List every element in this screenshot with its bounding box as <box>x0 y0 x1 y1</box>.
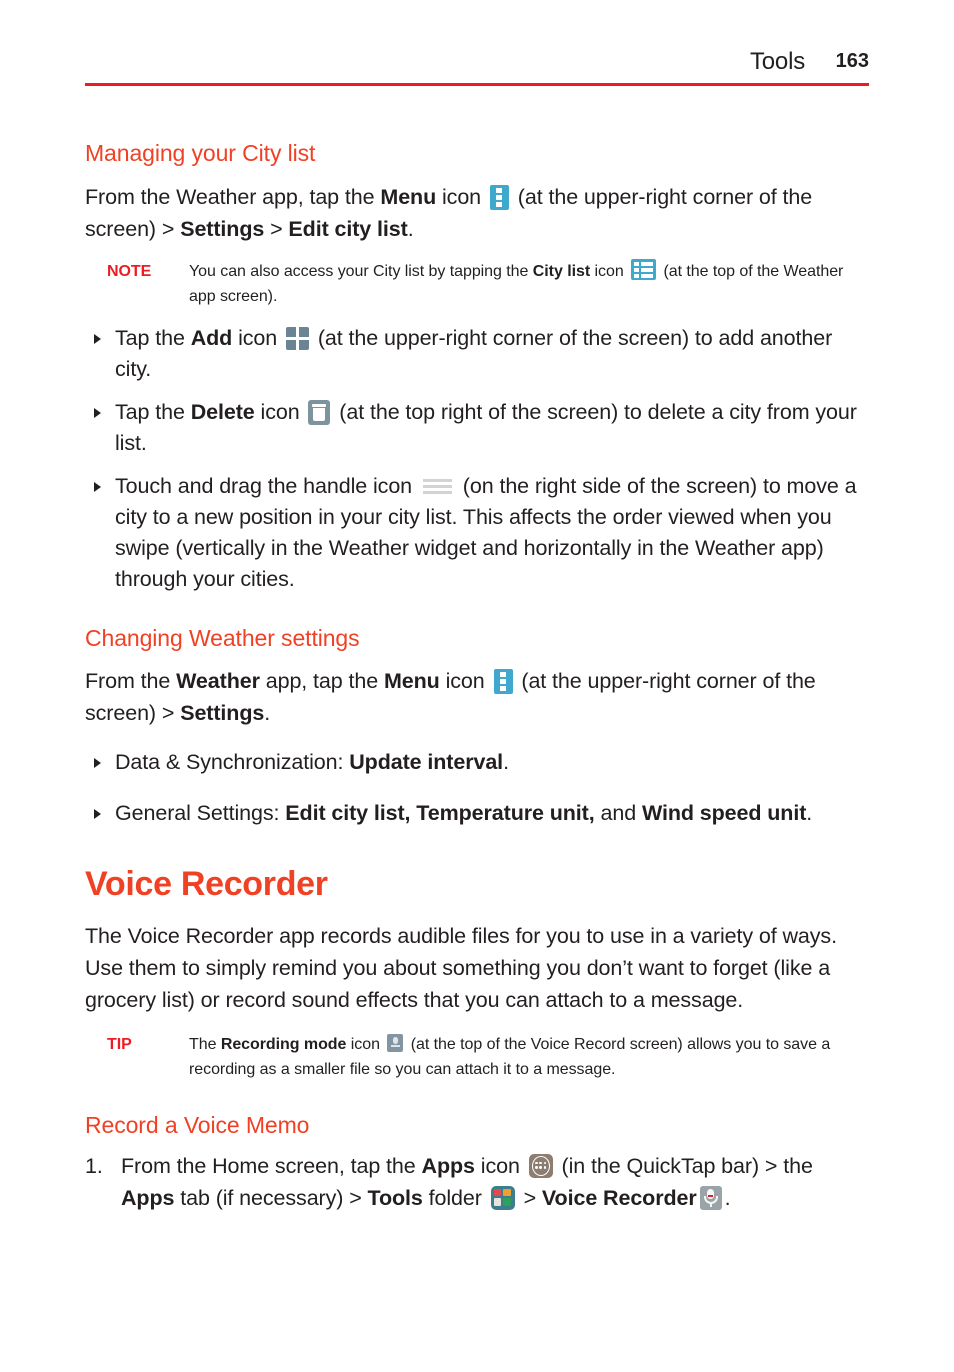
text-fragment: folder <box>422 1185 488 1210</box>
paragraph-voice-recorder-body: The Voice Recorder app records audible f… <box>85 924 837 1013</box>
note-label: NOTE <box>107 262 152 280</box>
recording-mode-icon <box>387 1034 404 1053</box>
text-fragment: icon <box>254 399 306 424</box>
note-callout: NOTE You can also access your City list … <box>107 258 869 309</box>
text-apps-tab-label: Apps <box>121 1185 175 1210</box>
header-divider <box>85 83 869 86</box>
text-fragment: Touch and drag the handle icon <box>115 473 418 498</box>
menu-icon <box>493 669 513 695</box>
bullet-list-weather-settings: Data & Synchronization: Update interval.… <box>85 747 869 829</box>
text-fragment: Data & Synchronization: <box>115 750 350 775</box>
text-fragment: icon <box>439 669 491 694</box>
text-fragment: Tap the <box>115 399 191 424</box>
triangle-bullet-icon <box>94 407 101 418</box>
text-fragment: and <box>594 801 642 826</box>
list-item: Data & Synchronization: Update interval. <box>85 747 869 778</box>
heading-voice-recorder: Voice Recorder <box>85 865 328 904</box>
text-menu-label: Menu <box>380 184 437 209</box>
voice-recorder-icon <box>699 1185 722 1210</box>
text-fragment: icon <box>232 325 283 350</box>
text-edit-city-list-label: Edit city list <box>288 216 408 241</box>
text-settings-label: Settings <box>180 216 265 241</box>
text-recording-mode-label: Recording mode <box>220 1036 347 1054</box>
tip-callout: TIP The Recording mode icon (at the top … <box>107 1032 869 1082</box>
text-fragment: (in the QuickTap bar) > the <box>555 1153 813 1178</box>
numbered-list-record-voice-memo: 1. From the Home screen, tap the Apps ico… <box>85 1150 869 1214</box>
text-apps-label: Apps <box>421 1153 475 1178</box>
tools-folder-icon <box>490 1185 515 1210</box>
list-item: Touch and drag the handle icon (on the r… <box>85 471 869 595</box>
paragraph-changing-weather-settings-intro: From the Weather app, tap the Menu icon … <box>85 665 869 729</box>
city-list-icon <box>631 258 657 280</box>
text-delete-label: Delete <box>190 399 255 424</box>
text-fragment: > <box>517 1185 542 1210</box>
text-fragment: . <box>407 216 414 241</box>
note-text: You can also access your City list by ta… <box>189 258 869 309</box>
page-header: Tools 163 <box>85 48 869 92</box>
text-fragment: You can also access your City list by ta… <box>189 262 533 280</box>
step-number: 1. <box>85 1153 103 1178</box>
text-fragment: icon <box>346 1036 385 1054</box>
heading-record-voice-memo: Record a Voice Memo <box>85 1112 310 1139</box>
tip-text: The Recording mode icon (at the top of t… <box>189 1032 869 1082</box>
handle-icon <box>422 478 452 495</box>
menu-icon <box>489 184 509 210</box>
text-city-list-label: City list <box>532 262 591 280</box>
text-fragment: From the <box>85 669 177 694</box>
page-content: Managing your City list From the Weather… <box>85 140 869 1214</box>
text-fragment: . <box>503 750 509 775</box>
tip-label: TIP <box>107 1036 132 1054</box>
text-fragment: icon <box>474 1153 526 1178</box>
text-fragment: > <box>264 216 289 241</box>
heading-managing-city-list: Managing your City list <box>85 140 316 166</box>
page-number: 163 <box>835 50 869 72</box>
text-fragment: From the Weather app, tap the <box>85 184 381 209</box>
text-voice-recorder-label: Voice Recorder <box>541 1185 697 1210</box>
paragraph-managing-city-list-intro: From the Weather app, tap the Menu icon … <box>85 181 869 245</box>
text-fragment: app, tap the <box>259 669 384 694</box>
list-item: General Settings: Edit city list, Temper… <box>85 798 869 829</box>
text-fragment: . <box>724 1185 731 1210</box>
text-tools-label: Tools <box>367 1185 423 1210</box>
text-update-interval-label: Update interval <box>349 750 504 775</box>
apps-icon <box>528 1153 553 1178</box>
text-fragment: Tap the <box>115 325 191 350</box>
text-settings-label: Settings <box>180 701 265 726</box>
text-fragment: icon <box>436 184 487 209</box>
triangle-bullet-icon <box>94 809 101 820</box>
text-fragment: tab (if necessary) > <box>174 1185 368 1210</box>
bullet-list-city-list: Tap the Add icon (at the upper-right cor… <box>85 323 869 595</box>
delete-icon <box>308 399 331 425</box>
heading-changing-weather-settings: Changing Weather settings <box>85 624 360 651</box>
text-wind-speed-unit-label: Wind speed unit <box>641 801 807 826</box>
list-item: Tap the Delete icon (at the top right of… <box>85 397 869 459</box>
triangle-bullet-icon <box>94 758 101 769</box>
text-fragment: General Settings: <box>115 801 286 826</box>
text-fragment: icon <box>590 262 629 280</box>
text-fragment: From the Home screen, tap the <box>121 1153 422 1178</box>
text-add-label: Add <box>190 325 233 350</box>
text-edit-city-temp-label: Edit city list, Temperature unit, <box>285 801 595 826</box>
triangle-bullet-icon <box>94 481 101 492</box>
list-item: Tap the Add icon (at the upper-right cor… <box>85 323 869 385</box>
manual-page: Tools 163 Managing your City list From t… <box>0 0 954 1372</box>
page-title: Tools <box>749 48 805 75</box>
add-icon <box>286 326 309 350</box>
text-fragment: . <box>264 701 271 726</box>
text-menu-label: Menu <box>383 669 440 694</box>
text-weather-label: Weather <box>176 669 260 694</box>
text-fragment: The <box>189 1036 221 1054</box>
triangle-bullet-icon <box>94 333 101 344</box>
text-fragment: . <box>806 801 813 826</box>
list-item: 1. From the Home screen, tap the Apps ico… <box>85 1150 869 1214</box>
